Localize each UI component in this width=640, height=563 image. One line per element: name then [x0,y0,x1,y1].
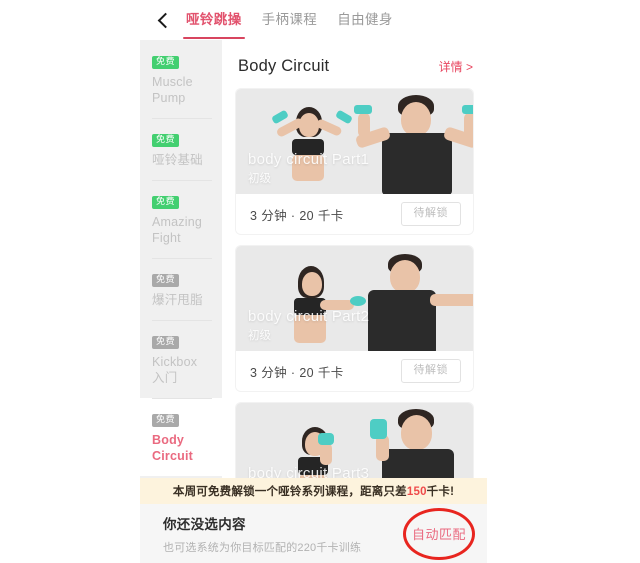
top-navigation-bar: 哑铃跳操 手柄课程 自由健身 [140,0,487,40]
promo-banner: 本周可免费解锁一个哑铃系列课程，距离只差150千卡! [140,478,487,504]
training-photo [236,246,473,351]
auto-match-button[interactable]: 自动匹配 [403,507,475,560]
bottom-action-bar: 你还没选内容 也可选系统为你目标匹配的220千卡训练 自动匹配 [140,504,487,563]
bottom-subtitle: 也可选系统为你目标匹配的220千卡训练 [163,541,362,554]
course-level: 初级 [248,173,271,185]
promo-prefix: 本周可免费解锁一个哑铃系列课程，距离只差 [172,486,407,498]
page-title: Body Circuit [238,57,330,75]
course-card-footer: 3 分钟 · 20 千卡 待解锁 [236,194,473,234]
tab-free-fitness[interactable]: 自由健身 [337,0,393,40]
bottom-title: 你还没选内容 [163,516,246,532]
series-header: Body Circuit 详情 > [222,40,487,89]
training-photo [236,89,473,194]
sidebar-item-label: Muscle Pump [152,75,193,105]
sidebar-item-label: Amazing Fight [152,215,203,245]
course-thumbnail: body circuit Part2 初级 [236,246,473,351]
sidebar-item-label: Body Circuit [152,433,193,463]
sidebar-item-sweat-fat-burn[interactable]: 免费 爆汗甩脂 [140,258,222,320]
promo-suffix: 千卡! [426,486,455,498]
app-screen: 哑铃跳操 手柄课程 自由健身 免费 Muscle Pump 免费 哑铃基础 免费… [140,0,487,563]
free-badge: 免费 [152,134,180,147]
promo-text: 本周可免费解锁一个哑铃系列课程，距离只差150千卡! [173,483,454,499]
tab-dumbbell-aerobics[interactable]: 哑铃跳操 [183,0,245,40]
chevron-left-icon [157,12,173,28]
sidebar-item-label: 哑铃基础 [152,153,203,167]
sidebar-item-muscle-pump[interactable]: 免费 Muscle Pump [140,40,222,118]
course-thumbnail: body circuit Part1 初级 [236,89,473,194]
free-badge: 免费 [152,56,180,69]
sidebar-item-amazing-fight[interactable]: 免费 Amazing Fight [140,180,222,258]
course-meta: 3 分钟 · 20 千卡 [250,208,344,223]
back-button[interactable] [140,0,186,40]
free-badge: 免费 [152,196,180,209]
tab-handle-course[interactable]: 手柄课程 [262,0,318,40]
free-badge: 免费 [152,336,180,349]
sidebar-item-label: 爆汗甩脂 [152,293,203,307]
sidebar-item-dumbbell-basics[interactable]: 免费 哑铃基础 [140,118,222,180]
course-card-footer: 3 分钟 · 20 千卡 待解锁 [236,351,473,391]
unlock-button[interactable]: 待解锁 [400,202,461,226]
course-card[interactable]: body circuit Part1 初级 3 分钟 · 20 千卡 待解锁 [236,89,473,234]
promo-highlight-value: 150 [406,486,427,498]
course-card[interactable]: body circuit Part2 初级 3 分钟 · 20 千卡 待解锁 [236,246,473,391]
auto-match-label: 自动匹配 [411,527,466,542]
course-title: body circuit Part1 [248,151,370,168]
course-level: 初级 [248,330,271,342]
sidebar-item-label: Kickbox 入门 [152,355,198,385]
course-meta: 3 分钟 · 20 千卡 [250,365,344,380]
sidebar-item-body-circuit[interactable]: 免费 Body Circuit [140,398,222,476]
course-title: body circuit Part2 [248,308,370,325]
sidebar-item-kickbox-intro[interactable]: 免费 Kickbox 入门 [140,320,222,398]
details-link[interactable]: 详情 > [439,58,473,75]
category-tabs: 哑铃跳操 手柄课程 自由健身 [183,0,393,40]
free-badge: 免费 [152,274,180,287]
unlock-button[interactable]: 待解锁 [400,359,461,383]
free-badge: 免费 [152,414,180,427]
bottom-text-group: 你还没选内容 也可选系统为你目标匹配的220千卡训练 [140,513,361,555]
